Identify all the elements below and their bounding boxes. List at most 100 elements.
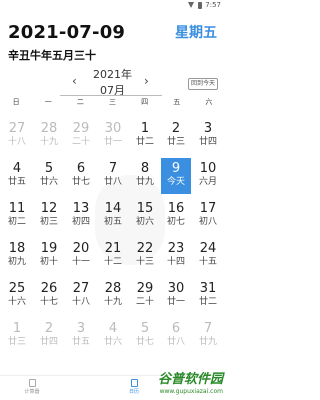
calendar-day[interactable]: 23 十四 <box>161 238 191 274</box>
calendar-day[interactable]: 11 初二 <box>2 198 32 234</box>
calendar-day[interactable]: 1 廿二 <box>130 118 160 154</box>
calendar-day[interactable]: 25 十六 <box>2 278 32 314</box>
calendar-day[interactable]: 30 廿一 <box>161 278 191 314</box>
lunar-day: 初五 <box>103 217 122 227</box>
calendar-day[interactable]: 28 十九 <box>98 278 128 314</box>
calendar-day[interactable]: 29 二十 <box>66 118 96 154</box>
day-number: 17 <box>199 201 217 216</box>
lunar-day: 今天 <box>166 177 185 187</box>
day-number: 3 <box>76 321 86 336</box>
calendar-day[interactable]: 5 廿六 <box>34 158 64 194</box>
day-number: 4 <box>12 161 22 176</box>
day-number: 2 <box>171 121 181 136</box>
calendar-day[interactable]: 24 十五 <box>193 238 223 274</box>
day-number: 15 <box>136 201 154 216</box>
calendar-day[interactable]: 18 初九 <box>2 238 32 274</box>
calendar-day[interactable]: 19 初十 <box>34 238 64 274</box>
calendar-day[interactable]: 31 廿二 <box>193 278 223 314</box>
calendar-day[interactable]: 27 十八 <box>66 278 96 314</box>
calendar-day[interactable]: 28 十九 <box>34 118 64 154</box>
calendar-day[interactable]: 7 廿九 <box>193 318 223 354</box>
day-number: 7 <box>203 321 213 336</box>
calendar-day[interactable]: 6 廿八 <box>161 318 191 354</box>
calendar-day[interactable]: 4 廿六 <box>98 318 128 354</box>
calendar-day[interactable]: 3 廿五 <box>66 318 96 354</box>
calendar-day[interactable]: 4 廿五 <box>2 158 32 194</box>
calendar-day[interactable]: 5 廿七 <box>130 318 160 354</box>
day-number: 13 <box>72 201 90 216</box>
lunar-day: 六月 <box>198 177 217 187</box>
chevron-right-icon[interactable]: › <box>144 74 149 88</box>
calendar-day[interactable]: 15 初六 <box>130 198 160 234</box>
day-number: 26 <box>40 281 58 296</box>
lunar-date: 辛丑牛年五月三十 <box>8 49 96 62</box>
calendar-day[interactable]: 26 十七 <box>34 278 64 314</box>
lunar-day: 十七 <box>39 297 58 307</box>
weekday-header: 二 <box>76 98 84 106</box>
weekday-header: 六 <box>205 98 213 106</box>
lunar-day: 二十 <box>135 297 154 307</box>
lunar-day: 初十 <box>39 257 58 267</box>
calendar-day[interactable]: 14 初五 <box>98 198 128 234</box>
lunar-day: 廿五 <box>7 177 26 187</box>
day-number: 28 <box>104 281 122 296</box>
calendar-day[interactable]: 13 初四 <box>66 198 96 234</box>
lunar-day: 初六 <box>135 217 154 227</box>
day-number: 11 <box>8 201 26 216</box>
calendar-day[interactable]: 29 二十 <box>130 278 160 314</box>
day-number: 5 <box>44 161 54 176</box>
brand-name: 谷普软件园 <box>157 372 223 387</box>
weekday-header: 三 <box>108 98 116 106</box>
calendar-day[interactable]: 6 廿七 <box>66 158 96 194</box>
day-number: 1 <box>140 121 150 136</box>
lunar-day: 廿三 <box>7 337 26 347</box>
day-number: 4 <box>108 321 118 336</box>
lunar-day: 廿八 <box>103 177 122 187</box>
weekday-header: 一 <box>44 98 52 106</box>
day-number: 20 <box>72 241 90 256</box>
calendar-day[interactable]: 12 初三 <box>34 198 64 234</box>
tab-calculator[interactable]: 计算器 <box>17 379 47 395</box>
lunar-day: 廿九 <box>198 337 217 347</box>
day-number: 10 <box>199 161 217 176</box>
date-header: 2021-07-09 星期五 辛丑牛年五月三十 <box>0 12 225 64</box>
day-number: 25 <box>8 281 26 296</box>
day-number: 21 <box>104 241 122 256</box>
day-number: 29 <box>136 281 154 296</box>
calendar-day[interactable]: 17 初八 <box>193 198 223 234</box>
day-number: 27 <box>72 281 90 296</box>
calendar-day[interactable]: 20 十一 <box>66 238 96 274</box>
calendar-day[interactable]: 2 廿三 <box>161 118 191 154</box>
calendar-day[interactable]: 8 廿九 <box>130 158 160 194</box>
calendar-day[interactable]: 10 六月 <box>193 158 223 194</box>
lunar-day: 廿一 <box>103 137 122 147</box>
calendar-day[interactable]: 1 廿三 <box>2 318 32 354</box>
lunar-day: 二十 <box>71 137 90 147</box>
calendar-day-today[interactable]: 9 今天 <box>161 158 191 194</box>
back-to-today-button[interactable]: 回到今天 <box>188 78 218 90</box>
calendar-day[interactable]: 2 廿四 <box>34 318 64 354</box>
calendar-day[interactable]: 21 十二 <box>98 238 128 274</box>
calendar-day[interactable]: 16 初七 <box>161 198 191 234</box>
calendar-day[interactable]: 3 廿四 <box>193 118 223 154</box>
day-number: 28 <box>40 121 58 136</box>
lunar-day: 十九 <box>39 137 58 147</box>
lunar-day: 廿六 <box>103 337 122 347</box>
lunar-day: 十一 <box>71 257 90 267</box>
day-number: 1 <box>12 321 22 336</box>
calendar-day[interactable]: 30 廿一 <box>98 118 128 154</box>
weekday-header: 五 <box>173 98 181 106</box>
calendar-day[interactable]: 27 十八 <box>2 118 32 154</box>
lunar-day: 十八 <box>7 137 26 147</box>
lunar-day: 廿二 <box>135 137 154 147</box>
calculator-icon <box>28 379 36 387</box>
day-number: 7 <box>108 161 118 176</box>
brand-url: www.gupuxiazai.com <box>159 388 223 395</box>
status-time: 7:57 <box>205 1 221 9</box>
day-number: 9 <box>171 161 181 176</box>
calendar-day[interactable]: 22 十三 <box>130 238 160 274</box>
day-number: 6 <box>171 321 181 336</box>
calendar-day[interactable]: 7 廿八 <box>98 158 128 194</box>
battery-icon <box>198 1 203 9</box>
brand-watermark: 谷普软件园 www.gupuxiazai.com <box>133 372 223 398</box>
